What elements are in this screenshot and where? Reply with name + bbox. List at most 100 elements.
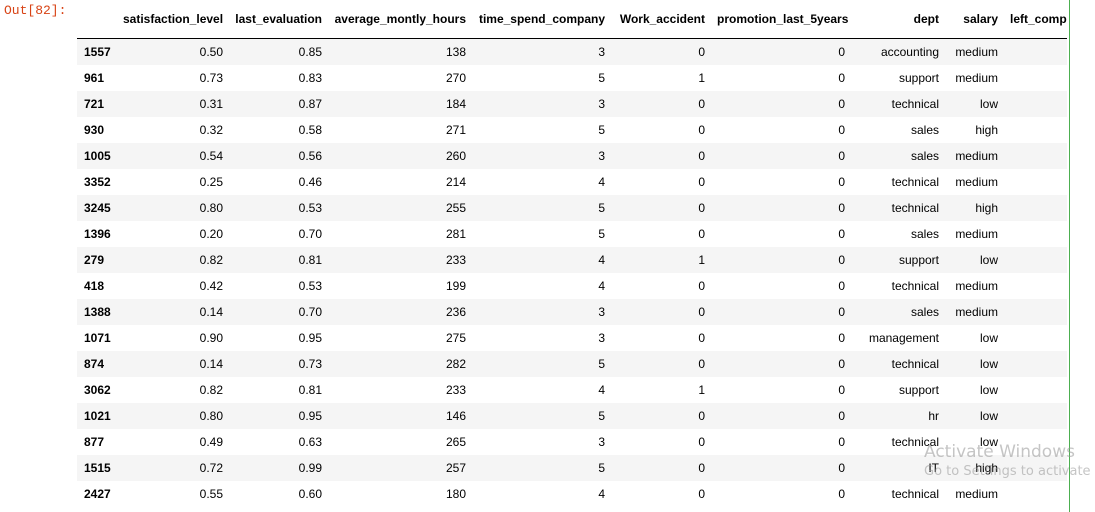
- table-cell: technical: [891, 486, 939, 501]
- table-cell: 0.54: [199, 148, 223, 163]
- table-cell: 0.42: [199, 278, 223, 293]
- dataframe-output[interactable]: satisfaction_level last_evaluation avera…: [77, 0, 1067, 512]
- table-cell: 265: [445, 434, 466, 449]
- table-cell: technical: [891, 200, 939, 215]
- table-cell: 0.14: [199, 356, 223, 371]
- table-cell: 260: [445, 148, 466, 163]
- table-cell: N: [1004, 169, 1067, 195]
- column-header: salary: [945, 0, 1004, 39]
- column-header: average_montly_hours: [328, 0, 472, 39]
- table-cell: 0: [698, 304, 705, 319]
- table-cell: 0.82: [199, 382, 223, 397]
- table-cell: 184: [445, 96, 466, 111]
- table-cell: 0.58: [298, 122, 322, 137]
- table-cell: medium: [955, 174, 998, 189]
- table-cell: 4: [598, 278, 605, 293]
- table-cell: accounting: [880, 44, 939, 59]
- row-index: 3062: [84, 382, 111, 397]
- table-cell: medium: [955, 44, 998, 59]
- table-cell: 0: [838, 304, 845, 319]
- table-cell: 4: [598, 382, 605, 397]
- table-cell: 5: [598, 200, 605, 215]
- table-cell: 0.72: [199, 460, 223, 475]
- table-cell: medium: [955, 486, 998, 501]
- table-row: 1396 0.20 0.70 281 5 0 0 sales medium N: [77, 220, 1067, 247]
- table-cell: 0: [838, 356, 845, 371]
- table-cell: 0: [838, 408, 845, 423]
- table-cell: 0.56: [298, 148, 322, 163]
- table-cell: 0.73: [298, 356, 322, 371]
- column-header: dept: [851, 0, 945, 39]
- table-row: 874 0.14 0.73 282 5 0 0 technical low N: [77, 350, 1067, 377]
- column-header: promotion_last_5years: [711, 0, 851, 39]
- table-cell: 0: [838, 148, 845, 163]
- dataframe-table: satisfaction_level last_evaluation avera…: [77, 0, 1067, 507]
- table-cell: 0.25: [199, 174, 223, 189]
- row-index: 3352: [84, 174, 111, 189]
- table-cell: 1: [698, 252, 705, 267]
- table-cell: N: [1004, 39, 1067, 65]
- table-row: 418 0.42 0.53 199 4 0 0 technical medium N: [77, 272, 1067, 299]
- table-cell: 0: [698, 434, 705, 449]
- row-index: 1388: [84, 304, 111, 319]
- column-header: time_spend_company: [472, 0, 611, 39]
- table-cell: 146: [445, 408, 466, 423]
- table-row: 930 0.32 0.58 271 5 0 0 sales high N: [77, 116, 1067, 143]
- table-cell: 0.95: [298, 408, 322, 423]
- row-index: 1021: [84, 408, 111, 423]
- table-row: 877 0.49 0.63 265 3 0 0 technical low N: [77, 428, 1067, 455]
- table-cell: 0: [698, 356, 705, 371]
- table-cell: 282: [445, 356, 466, 371]
- table-cell: 4: [598, 174, 605, 189]
- table-cell: 0.53: [298, 200, 322, 215]
- table-row: 3062 0.82 0.81 233 4 1 0 support low N: [77, 376, 1067, 403]
- row-index: 1396: [84, 226, 111, 241]
- table-cell: 281: [445, 226, 466, 241]
- table-cell: 0.87: [298, 96, 322, 111]
- table-cell: N: [1004, 195, 1067, 221]
- table-cell: technical: [891, 278, 939, 293]
- table-cell: 0: [698, 96, 705, 111]
- table-cell: 0.80: [199, 408, 223, 423]
- row-index: 1005: [84, 148, 111, 163]
- table-cell: 257: [445, 460, 466, 475]
- row-index: 961: [84, 70, 105, 85]
- row-index: 721: [84, 96, 105, 111]
- table-cell: 0: [838, 174, 845, 189]
- table-cell: 0.73: [199, 70, 223, 85]
- table-cell: 3: [598, 148, 605, 163]
- row-index: 874: [84, 356, 105, 371]
- table-cell: N: [1004, 221, 1067, 247]
- table-cell: 0: [838, 226, 845, 241]
- table-cell: N: [1004, 143, 1067, 169]
- table-cell: 0.70: [298, 304, 322, 319]
- table-cell: low: [979, 382, 998, 397]
- table-cell: 0.55: [199, 486, 223, 501]
- table-cell: 4: [598, 486, 605, 501]
- table-cell: 4: [598, 252, 605, 267]
- table-cell: 0.81: [298, 382, 322, 397]
- table-cell: 0: [838, 122, 845, 137]
- table-cell: N: [1004, 481, 1067, 507]
- table-row: 1557 0.50 0.85 138 3 0 0 accounting medium N: [77, 38, 1067, 65]
- table-cell: support: [898, 382, 939, 397]
- table-cell: 0: [838, 330, 845, 345]
- table-cell: N: [1004, 325, 1067, 351]
- table-cell: 3: [598, 44, 605, 59]
- table-cell: 0: [698, 486, 705, 501]
- row-index: 877: [84, 434, 105, 449]
- table-cell: high: [975, 460, 998, 475]
- table-cell: 0.14: [199, 304, 223, 319]
- row-index: 279: [84, 252, 105, 267]
- table-cell: 233: [445, 252, 466, 267]
- table-cell: low: [979, 356, 998, 371]
- table-cell: 5: [598, 460, 605, 475]
- table-cell: 0.53: [298, 278, 322, 293]
- table-cell: low: [979, 408, 998, 423]
- table-row: 1388 0.14 0.70 236 3 0 0 sales medium N: [77, 298, 1067, 325]
- table-cell: 0.32: [199, 122, 223, 137]
- table-cell: medium: [955, 226, 998, 241]
- column-header: Work_accident: [611, 0, 711, 39]
- table-cell: 0: [698, 174, 705, 189]
- table-cell: N: [1004, 455, 1067, 481]
